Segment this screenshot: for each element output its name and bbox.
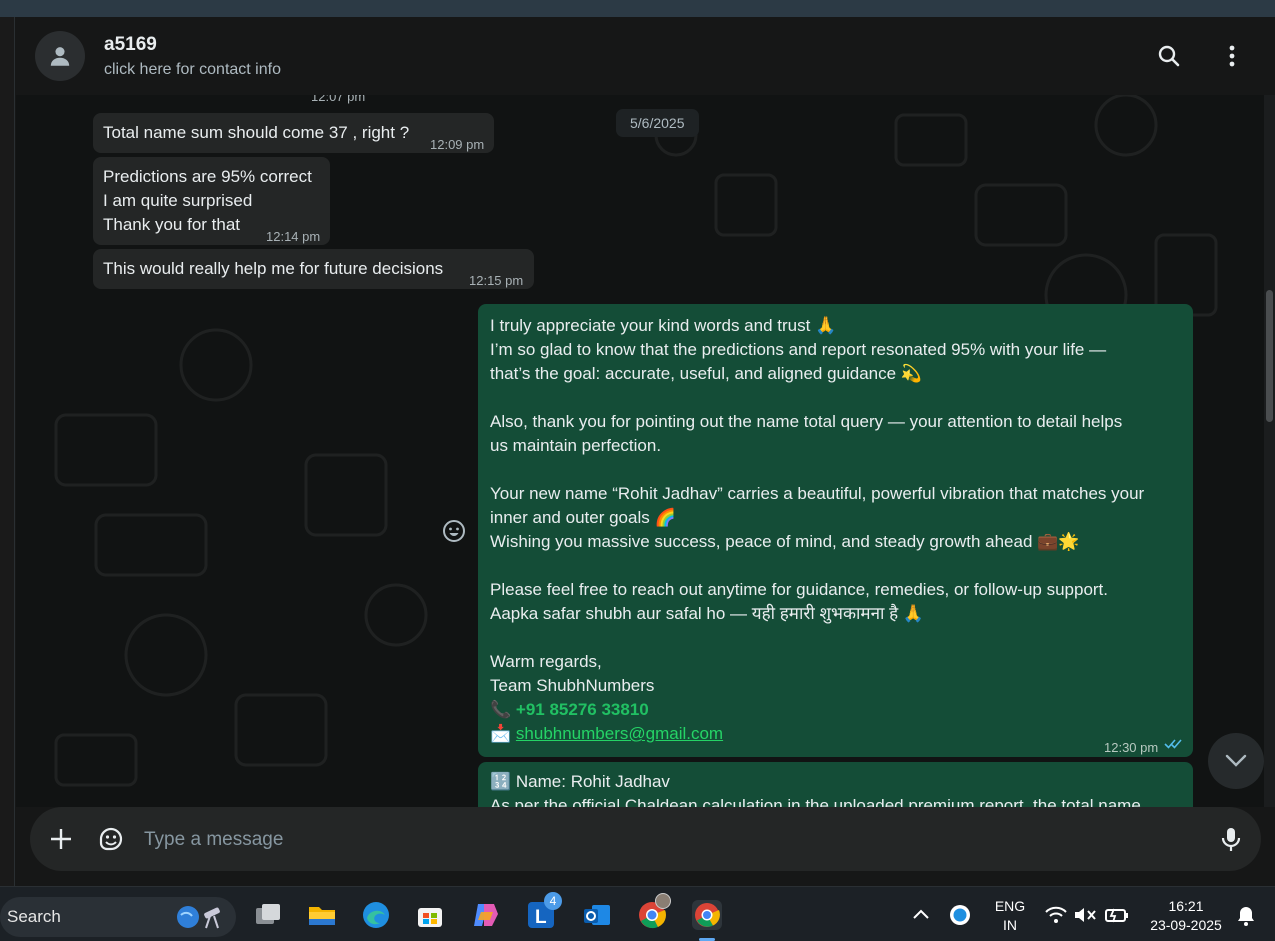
chevron-up-icon[interactable] <box>912 907 930 921</box>
chevron-down-icon <box>1225 754 1247 767</box>
clock[interactable]: 16:21 23-09-2025 <box>1140 897 1232 935</box>
date-separator: 5/6/2025 <box>616 109 699 137</box>
language-indicator[interactable]: ENG IN <box>990 897 1030 935</box>
message-text: This would really help me for future dec… <box>103 259 444 278</box>
store-icon[interactable] <box>415 900 445 930</box>
message-text-line: I truly appreciate your kind words and t… <box>490 316 837 335</box>
message-time: 12:09 pm <box>430 137 485 152</box>
left-pane-edge[interactable] <box>0 17 15 886</box>
taskbar-search-label: Search <box>7 907 61 926</box>
contact-info-hint[interactable]: click here for contact info <box>104 61 281 79</box>
attach-plus-icon[interactable] <box>46 824 76 854</box>
chrome-profile-icon[interactable] <box>692 900 722 941</box>
mail-icon: 📩 <box>490 724 512 743</box>
react-emoji-icon[interactable] <box>442 519 466 543</box>
message-text-line: Also, thank you for pointing out the nam… <box>490 412 1123 431</box>
chat-scrollbar[interactable] <box>1264 95 1275 807</box>
message-composer <box>30 807 1261 871</box>
scroll-down-button[interactable] <box>1208 733 1264 789</box>
mute-icon[interactable] <box>1073 905 1097 925</box>
message-text-line: Predictions are 95% correct <box>103 167 312 186</box>
language-code: ENG <box>994 898 1026 914</box>
message-text-line: that’s the goal: accurate, useful, and a… <box>490 364 922 383</box>
battery-icon[interactable] <box>1104 905 1130 925</box>
wifi-icon[interactable] <box>1045 905 1067 925</box>
incoming-message[interactable]: This would really help me for future dec… <box>93 249 534 289</box>
taskbar-search[interactable]: Search <box>0 897 236 937</box>
message-text-line: inner and outer goals 🌈 <box>490 508 676 527</box>
outlook-icon[interactable] <box>582 900 612 930</box>
profile-avatar-badge <box>655 893 671 909</box>
edge-tray-icon[interactable] <box>949 904 971 926</box>
avatar[interactable] <box>35 31 85 81</box>
incoming-message[interactable]: Predictions are 95% correct I am quite s… <box>93 157 330 245</box>
message-text-line: us maintain perfection. <box>490 436 662 455</box>
message-time: 12:15 pm <box>469 273 524 288</box>
message-text-line: As per the official Chaldean calculation… <box>490 796 1141 807</box>
file-explorer-icon[interactable] <box>307 900 337 930</box>
message-text-line: Team ShubhNumbers <box>490 676 655 695</box>
notification-badge: 4 <box>544 892 562 910</box>
contact-name[interactable]: a5169 <box>104 34 157 56</box>
copilot-icon[interactable] <box>470 900 500 930</box>
message-text-line: Please feel free to reach out anytime fo… <box>490 580 1109 599</box>
chat-scrollbar-thumb[interactable] <box>1266 290 1273 422</box>
windows-taskbar: Search L 4 ENG IN 16:21 23-09-2025 <box>0 886 1275 941</box>
notification-bell-icon[interactable] <box>1235 905 1257 927</box>
region-code: IN <box>1003 917 1017 933</box>
phone-icon: 📞 <box>490 700 512 719</box>
svg-text:L: L <box>535 907 547 928</box>
email-link[interactable]: shubhnumbers@gmail.com <box>516 724 723 743</box>
message-text-line: I’m so glad to know that the predictions… <box>490 340 1107 359</box>
clock-date: 23-09-2025 <box>1150 917 1222 933</box>
sticker-icon[interactable] <box>96 824 126 854</box>
message-text-line: Warm regards, <box>490 652 602 671</box>
read-ticks-icon <box>1164 739 1182 749</box>
search-icon[interactable] <box>1154 41 1184 71</box>
outgoing-message[interactable]: 🔢 Name: Rohit Jadhav As per the official… <box>478 762 1193 807</box>
microphone-icon[interactable] <box>1216 824 1246 854</box>
message-text-line: Wishing you massive success, peace of mi… <box>490 532 1080 551</box>
message-input[interactable] <box>144 827 1184 853</box>
chrome-icon[interactable] <box>637 893 671 930</box>
partial-timestamp: 12:07 pm <box>311 95 366 104</box>
chat-header[interactable]: a5169 click here for contact info <box>16 17 1275 95</box>
phone-link[interactable]: +91 85276 33810 <box>516 700 649 719</box>
message-list[interactable]: 12:07 pm 5/6/2025 Total name sum should … <box>16 95 1264 807</box>
task-view-icon[interactable] <box>253 900 283 930</box>
window-top-strip <box>0 0 1275 17</box>
app-l-icon[interactable]: L 4 <box>526 892 562 930</box>
weather-icon <box>177 906 220 929</box>
incoming-message[interactable]: Total name sum should come 37 , right ? … <box>93 113 494 153</box>
message-text: Total name sum should come 37 , right ? <box>103 123 410 142</box>
person-icon <box>50 47 70 66</box>
message-text-line: Name: Rohit Jadhav <box>515 772 670 791</box>
message-text-line: Your new name “Rohit Jadhav” carries a b… <box>490 484 1145 503</box>
message-time: 12:14 pm <box>266 229 321 244</box>
message-text-line: Aapka safar shubh aur safal ho — यही हमा… <box>490 604 925 623</box>
message-time: 12:30 pm <box>1104 740 1159 755</box>
menu-dots-icon[interactable] <box>1217 41 1247 71</box>
message-text-line: I am quite surprised <box>103 191 253 210</box>
edge-icon[interactable] <box>361 900 391 930</box>
outgoing-message[interactable]: I truly appreciate your kind words and t… <box>478 304 1193 757</box>
clock-time: 16:21 <box>1168 898 1204 914</box>
numbers-emoji-icon: 🔢 <box>490 772 512 791</box>
